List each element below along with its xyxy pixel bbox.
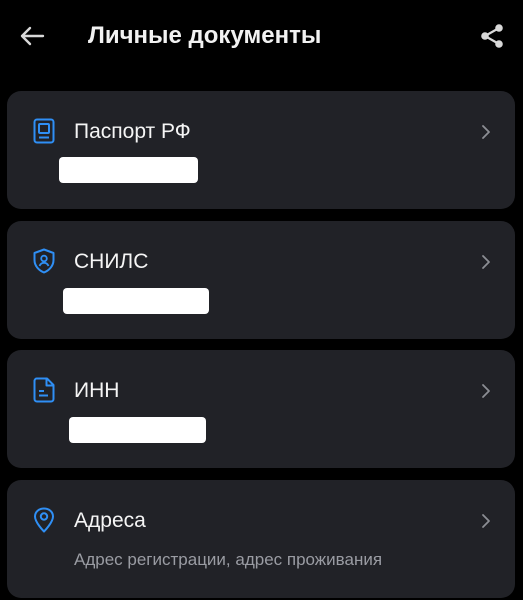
share-button[interactable] xyxy=(474,18,510,54)
redacted-value xyxy=(63,288,209,314)
back-button[interactable] xyxy=(14,18,50,54)
document-label: ИНН xyxy=(74,379,120,402)
document-subtitle: Адрес регистрации, адрес проживания xyxy=(74,550,383,569)
app-header: Личные документы xyxy=(0,0,523,72)
share-icon xyxy=(481,24,503,48)
document-label: СНИЛС xyxy=(74,250,149,273)
redacted-value xyxy=(59,157,198,183)
shield-person-icon xyxy=(32,248,56,274)
passport-icon xyxy=(32,118,56,144)
document-label: Паспорт РФ xyxy=(74,120,191,143)
document-icon xyxy=(32,377,56,403)
document-card-passport[interactable]: Паспорт РФ xyxy=(7,91,515,209)
chevron-right-icon xyxy=(477,121,495,143)
chevron-right-icon xyxy=(477,380,495,402)
document-card-inn[interactable]: ИНН xyxy=(7,350,515,468)
page-title: Личные документы xyxy=(88,22,322,49)
chevron-right-icon xyxy=(477,510,495,532)
chevron-right-icon xyxy=(477,251,495,273)
redacted-value xyxy=(69,417,206,443)
document-label: Адреса xyxy=(74,509,146,532)
document-card-snils[interactable]: СНИЛС xyxy=(7,221,515,339)
location-pin-icon xyxy=(32,507,56,533)
arrow-left-icon xyxy=(20,26,45,46)
document-card-addresses[interactable]: Адреса Адрес регистрации, адрес проживан… xyxy=(7,480,515,598)
